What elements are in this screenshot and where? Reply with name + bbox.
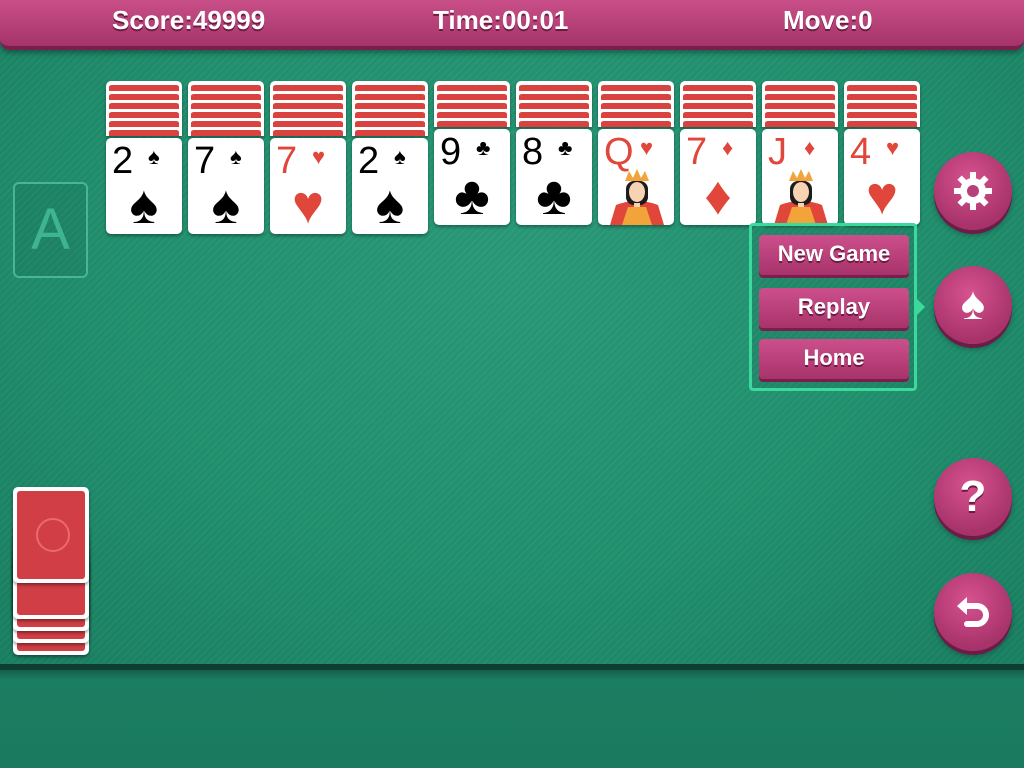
card-center-suit-icon: ♥ xyxy=(865,166,899,225)
playing-card[interactable]: Q ♥ xyxy=(598,129,674,225)
time-label: Time:00:01 xyxy=(433,5,569,35)
card-suit-icon: ♥ xyxy=(640,135,654,160)
top-status-bar: Score:49999 Time:00:01 Move:0 xyxy=(0,0,1024,50)
menu-pointer xyxy=(916,298,925,316)
home-button[interactable]: Home xyxy=(759,339,909,379)
tableau-pile[interactable]: Q ♥ xyxy=(598,81,674,225)
card-suit-icon: ♦ xyxy=(722,135,734,160)
playing-card[interactable]: 7 ♥ ♥ xyxy=(270,138,346,234)
card-center-suit-icon: ♠ xyxy=(375,175,405,234)
card-center-suit-icon: ♦ xyxy=(704,166,732,225)
face-down-cards xyxy=(270,81,346,136)
menu-toggle-button[interactable]: ♠ xyxy=(934,266,1012,344)
tableau-pile[interactable]: 7 ♦ ♦ xyxy=(680,81,756,225)
tableau-pile[interactable]: J ♦ xyxy=(762,81,838,225)
card-center-suit-icon: ♥ xyxy=(291,175,325,234)
playing-card[interactable]: 9 ♣ ♣ xyxy=(434,129,510,225)
tableau-pile[interactable]: 9 ♣ ♣ xyxy=(434,81,510,225)
question-icon: ? xyxy=(959,472,987,521)
card-rank: J xyxy=(768,131,787,173)
tableau-pile[interactable]: 7 ♥ ♥ xyxy=(270,81,346,234)
court-figure-icon xyxy=(610,169,664,225)
game-menu: New Game Replay Home xyxy=(749,223,925,391)
face-down-cards xyxy=(680,81,756,127)
playing-card[interactable]: 2 ♠ ♠ xyxy=(106,138,182,234)
card-suit-icon: ♦ xyxy=(804,135,816,160)
face-down-cards xyxy=(516,81,592,127)
card-center-suit-icon: ♣ xyxy=(536,166,572,225)
card-suit-icon: ♥ xyxy=(886,135,900,160)
stock-top-card[interactable] xyxy=(13,487,89,583)
tableau-pile[interactable]: 4 ♥ ♥ xyxy=(844,81,920,225)
new-game-button[interactable]: New Game xyxy=(759,235,909,275)
playing-card[interactable]: 4 ♥ ♥ xyxy=(844,129,920,225)
spade-icon: ♠ xyxy=(960,277,986,329)
face-down-cards xyxy=(352,81,428,136)
face-down-cards xyxy=(762,81,838,127)
face-down-cards xyxy=(844,81,920,127)
card-suit-icon: ♠ xyxy=(394,144,406,169)
help-button[interactable]: ? xyxy=(934,458,1012,536)
face-down-cards xyxy=(434,81,510,127)
playing-card[interactable]: 7 ♦ ♦ xyxy=(680,129,756,225)
move-label: Move:0 xyxy=(783,5,873,35)
foundation-label: A xyxy=(31,197,70,262)
foundation-slot[interactable]: A xyxy=(13,182,88,278)
card-center-suit-icon: ♣ xyxy=(454,166,490,225)
score-label: Score:49999 xyxy=(112,5,266,35)
playing-card[interactable]: 2 ♠ ♠ xyxy=(352,138,428,234)
card-rank: Q xyxy=(604,131,634,173)
replay-button[interactable]: Replay xyxy=(759,288,909,328)
face-down-cards xyxy=(106,81,182,136)
playing-card[interactable]: J ♦ xyxy=(762,129,838,225)
playing-card[interactable]: 8 ♣ ♣ xyxy=(516,129,592,225)
card-center-suit-icon: ♠ xyxy=(129,175,159,234)
tableau-pile[interactable]: 8 ♣ ♣ xyxy=(516,81,592,225)
card-suit-icon: ♣ xyxy=(476,135,491,160)
face-down-cards xyxy=(188,81,264,136)
card-center-suit-icon: ♠ xyxy=(211,175,241,234)
tableau-pile[interactable]: 2 ♠ ♠ xyxy=(352,81,428,234)
undo-icon xyxy=(957,597,989,627)
table-edge xyxy=(0,664,1024,768)
tableau-pile[interactable]: 7 ♠ ♠ xyxy=(188,81,264,234)
card-suit-icon: ♠ xyxy=(230,144,242,169)
gear-icon xyxy=(954,172,992,210)
court-figure-icon xyxy=(774,169,828,225)
undo-button[interactable] xyxy=(934,573,1012,651)
card-suit-icon: ♥ xyxy=(312,144,326,169)
face-down-cards xyxy=(598,81,674,127)
spade-emblem-icon xyxy=(36,518,70,552)
tableau-pile[interactable]: 2 ♠ ♠ xyxy=(106,81,182,234)
settings-button[interactable] xyxy=(934,152,1012,230)
card-suit-icon: ♠ xyxy=(148,144,160,169)
playing-card[interactable]: 7 ♠ ♠ xyxy=(188,138,264,234)
card-suit-icon: ♣ xyxy=(558,135,573,160)
